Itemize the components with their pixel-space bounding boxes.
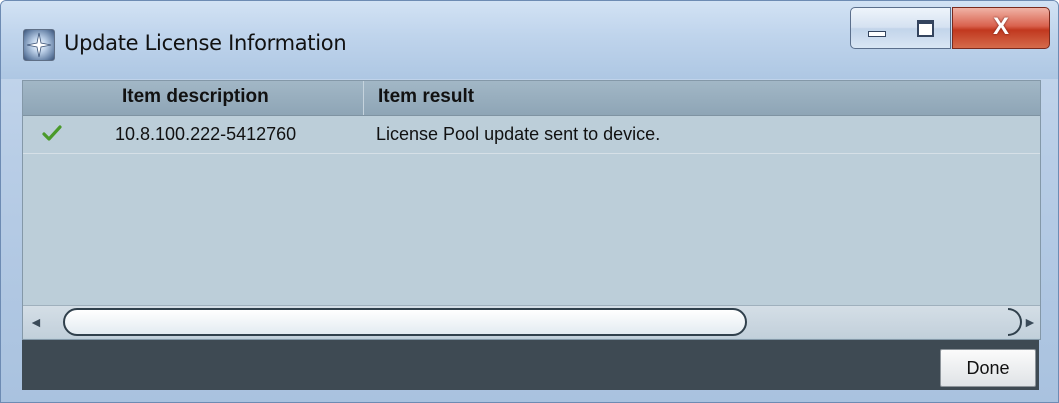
horizontal-scrollbar[interactable]: ◄ ► bbox=[23, 305, 1040, 338]
scroll-right-arrow-icon[interactable]: ► bbox=[1023, 314, 1037, 330]
scrollbar-thumb[interactable] bbox=[63, 308, 747, 336]
results-table: Item description Item result 10.8.100.22… bbox=[22, 80, 1041, 340]
row-item-result: License Pool update sent to device. bbox=[376, 124, 661, 144]
minimize-icon bbox=[868, 31, 886, 37]
minimize-button[interactable] bbox=[850, 7, 902, 49]
checkmark-icon bbox=[42, 125, 62, 141]
close-button[interactable]: X bbox=[952, 7, 1050, 49]
scroll-left-arrow-icon[interactable]: ◄ bbox=[29, 314, 43, 330]
update-license-dialog: Update License Information X Item descri… bbox=[0, 0, 1059, 403]
column-header-item-description[interactable]: Item description bbox=[122, 86, 269, 108]
maximize-button[interactable] bbox=[900, 7, 951, 49]
dialog-footer: Done bbox=[22, 340, 1039, 390]
row-item-description: 10.8.100.222-5412760 bbox=[115, 124, 297, 144]
done-button[interactable]: Done bbox=[940, 349, 1036, 387]
scrollbar-track-end bbox=[1008, 308, 1022, 336]
window-title: Update License Information bbox=[64, 31, 347, 55]
table-row[interactable]: 10.8.100.222-5412760 License Pool update… bbox=[23, 116, 1040, 154]
close-icon: X bbox=[992, 13, 1009, 40]
column-header-item-result[interactable]: Item result bbox=[378, 86, 474, 108]
app-star-icon bbox=[23, 29, 55, 61]
title-bar[interactable]: Update License Information X bbox=[1, 1, 1058, 79]
maximize-icon bbox=[917, 20, 934, 37]
table-header: Item description Item result bbox=[23, 81, 1040, 116]
column-divider[interactable] bbox=[363, 81, 364, 115]
